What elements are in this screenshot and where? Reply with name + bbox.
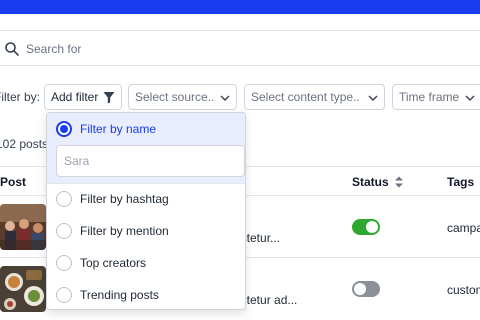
funnel-icon xyxy=(103,92,115,104)
time-frame-select[interactable]: Time frame xyxy=(392,84,480,110)
add-filter-button[interactable]: Add filter xyxy=(44,84,122,110)
chevron-down-icon xyxy=(220,95,230,101)
content-type-select[interactable]: Select content type.. xyxy=(244,84,385,110)
option-label: Top creators xyxy=(80,256,147,270)
column-header-post[interactable]: Post xyxy=(0,175,26,189)
option-filter-by-name[interactable]: Filter by name xyxy=(47,113,245,145)
option-label: Trending posts xyxy=(80,288,159,302)
option-label: Filter by hashtag xyxy=(80,192,169,206)
source-select-value: Select source.. xyxy=(135,90,215,104)
option-trending-posts[interactable]: Trending posts xyxy=(47,279,245,309)
radio-selected[interactable] xyxy=(56,121,72,137)
status-toggle[interactable] xyxy=(352,219,380,235)
time-frame-select-value: Time frame xyxy=(399,90,460,104)
option-label: Filter by name xyxy=(80,122,157,136)
search-bar xyxy=(0,30,480,66)
radio-unselected[interactable] xyxy=(56,191,72,207)
add-filter-label: Add filter xyxy=(51,90,99,104)
tag-label: campaign xyxy=(447,221,480,235)
sort-icon[interactable] xyxy=(394,176,404,188)
posts-count: 102 posts xyxy=(0,137,49,151)
filter-by-label: Filter by: xyxy=(0,90,41,104)
search-input[interactable] xyxy=(26,39,466,59)
option-label: Filter by mention xyxy=(80,224,169,238)
content-type-select-value: Select content type.. xyxy=(251,90,360,104)
search-icon xyxy=(5,42,19,56)
column-header-status[interactable]: Status xyxy=(352,175,404,189)
filter-bar: Filter by: Add filter Select source.. Se… xyxy=(0,84,480,110)
chevron-down-icon xyxy=(465,95,475,101)
radio-unselected[interactable] xyxy=(56,255,72,271)
tag-label: customer xyxy=(447,283,480,297)
column-header-tags[interactable]: Tags xyxy=(447,175,474,189)
top-app-bar xyxy=(0,0,480,14)
column-header-status-label: Status xyxy=(352,175,389,189)
source-select[interactable]: Select source.. xyxy=(128,84,237,110)
option-filter-by-hashtag[interactable]: Filter by hashtag xyxy=(47,183,245,215)
chevron-down-icon xyxy=(368,95,378,101)
status-toggle[interactable] xyxy=(352,281,380,297)
toggle-knob xyxy=(366,221,378,233)
option-top-creators[interactable]: Top creators xyxy=(47,247,245,279)
post-thumbnail[interactable] xyxy=(0,266,46,312)
option-filter-by-mention[interactable]: Filter by mention xyxy=(47,215,245,247)
name-filter-input[interactable] xyxy=(56,145,245,177)
post-thumbnail[interactable] xyxy=(0,204,46,250)
radio-unselected[interactable] xyxy=(56,287,72,303)
radio-unselected[interactable] xyxy=(56,223,72,239)
filter-dropdown-menu: Filter by name Filter by hashtag Filter … xyxy=(46,112,246,310)
toggle-knob xyxy=(354,283,366,295)
